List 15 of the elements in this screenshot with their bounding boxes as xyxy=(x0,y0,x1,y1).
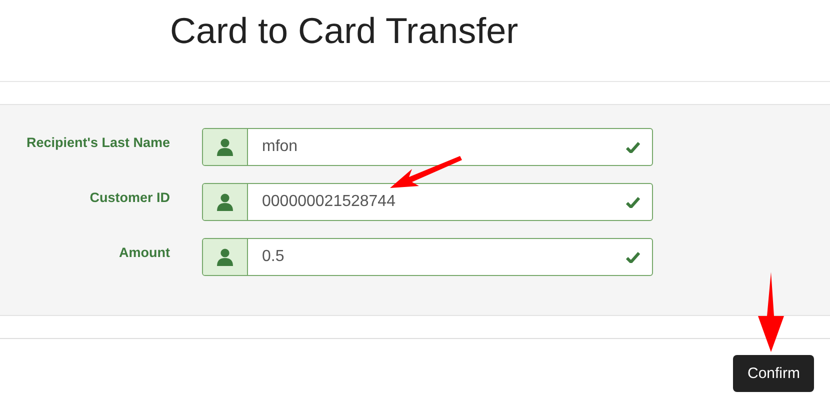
field-label: Customer ID xyxy=(88,189,170,205)
field-label: Amount xyxy=(118,244,170,260)
page-title: Card to Card Transfer xyxy=(170,10,518,52)
check-icon xyxy=(626,252,640,262)
user-icon xyxy=(217,138,233,156)
check-icon xyxy=(626,142,640,152)
annotation-arrow xyxy=(390,156,462,188)
user-icon xyxy=(217,193,233,211)
input-field[interactable]: mfon xyxy=(202,128,653,166)
check-icon xyxy=(626,196,640,208)
input-field[interactable]: 0.5 xyxy=(202,238,653,276)
input-field[interactable]: 000000021528744 xyxy=(202,183,653,221)
field-label: Recipient's Last Name xyxy=(25,134,170,150)
user-icon xyxy=(217,248,233,266)
confirm-button[interactable]: Confirm xyxy=(733,355,814,392)
